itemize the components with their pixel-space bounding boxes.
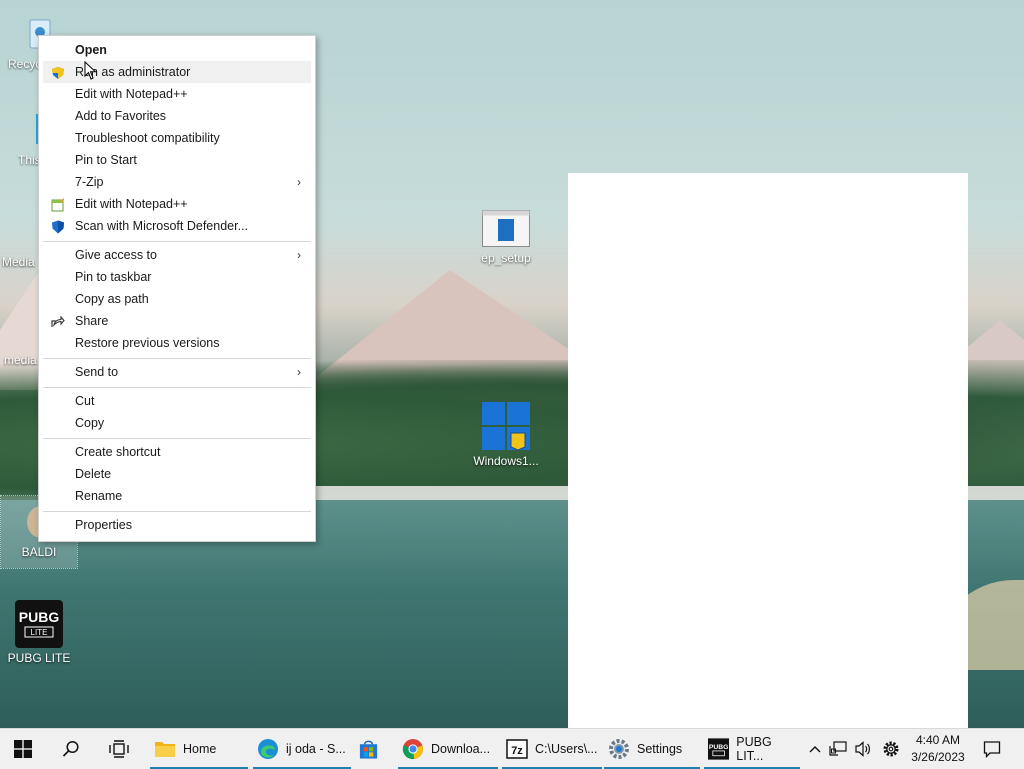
show-hidden-icons-button[interactable]: [806, 729, 824, 769]
notification-icon: [983, 741, 1001, 758]
menu-item-open[interactable]: Open: [43, 39, 311, 61]
menu-item-give-access-to[interactable]: Give access to ›: [43, 244, 311, 266]
taskbar: Home ij oda - S... Downloa... 7z C:\User…: [0, 728, 1024, 769]
taskbar-app-store[interactable]: [358, 729, 386, 769]
windows-logo-icon: [481, 401, 531, 451]
clock-time: 4:40 AM: [915, 733, 961, 747]
volume-icon: [855, 741, 870, 757]
svg-text:PUBG: PUBG: [19, 609, 60, 625]
share-icon: [51, 314, 65, 328]
desktop-icon-pubg-lite[interactable]: PUBG LITE PUBG LITE: [1, 600, 77, 665]
menu-separator: [43, 241, 311, 242]
menu-separator: [43, 438, 311, 439]
menu-item-edit-with-notepadpp-2[interactable]: Edit with Notepad++: [43, 193, 311, 215]
notepadpp-icon: [51, 197, 65, 212]
menu-item-properties[interactable]: Properties: [43, 514, 311, 536]
taskbar-app-pubg[interactable]: PUBG PUBG LIT...: [704, 729, 800, 769]
settings-gear-icon: [609, 739, 629, 759]
chevron-up-icon: [809, 746, 821, 753]
menu-separator: [43, 511, 311, 512]
uac-shield-icon: [51, 65, 65, 79]
menu-separator: [43, 387, 311, 388]
pubg-lite-icon: PUBG LITE: [15, 600, 63, 648]
search-icon: [62, 740, 79, 757]
menu-item-rename[interactable]: Rename: [43, 485, 311, 507]
menu-item-add-to-favorites[interactable]: Add to Favorites: [43, 105, 311, 127]
installer-window-icon: [482, 210, 530, 248]
start-button[interactable]: [14, 729, 38, 769]
file-explorer-icon: [155, 742, 175, 757]
taskbar-app-edge[interactable]: ij oda - S...: [253, 729, 351, 769]
chevron-right-icon: ›: [297, 175, 301, 189]
menu-item-copy[interactable]: Copy: [43, 412, 311, 434]
menu-item-pin-to-taskbar[interactable]: Pin to taskbar: [43, 266, 311, 288]
menu-item-send-to[interactable]: Send to ›: [43, 361, 311, 383]
taskbar-clock[interactable]: 4:40 AM 3/26/2023: [906, 732, 970, 766]
menu-item-7zip[interactable]: 7-Zip ›: [43, 171, 311, 193]
svg-text:7z: 7z: [511, 745, 523, 757]
desktop-icon-windows[interactable]: Windows1...: [468, 401, 544, 468]
search-button[interactable]: [62, 729, 84, 769]
network-button[interactable]: [828, 729, 848, 769]
settings-tray-button[interactable]: [880, 729, 902, 769]
gear-icon: [883, 741, 899, 757]
menu-item-restore-previous-versions[interactable]: Restore previous versions: [43, 332, 311, 354]
taskbar-app-7zip[interactable]: 7z C:\Users\...: [502, 729, 602, 769]
menu-item-scan-with-defender[interactable]: Scan with Microsoft Defender...: [43, 215, 311, 237]
desktop-icon-label: Windows1...: [473, 454, 539, 468]
defender-shield-icon: [51, 219, 65, 234]
taskbar-app-file-explorer[interactable]: Home: [150, 729, 248, 769]
desktop-icon-label: BALDI: [21, 545, 57, 559]
chevron-right-icon: ›: [297, 365, 301, 379]
menu-item-copy-as-path[interactable]: Copy as path: [43, 288, 311, 310]
task-view-button[interactable]: [109, 729, 131, 769]
context-menu: Open Run as administrator Edit with Note…: [38, 35, 316, 542]
menu-item-troubleshoot-compatibility[interactable]: Troubleshoot compatibility: [43, 127, 311, 149]
menu-item-share[interactable]: Share: [43, 310, 311, 332]
desktop-icon-label: ep_setup: [481, 251, 531, 265]
menu-item-cut[interactable]: Cut: [43, 390, 311, 412]
menu-item-pin-to-start[interactable]: Pin to Start: [43, 149, 311, 171]
store-icon: [359, 740, 378, 759]
taskbar-app-settings[interactable]: Settings: [604, 729, 700, 769]
chevron-right-icon: ›: [297, 248, 301, 262]
desktop-icon-label: PUBG LITE: [7, 651, 71, 665]
menu-item-edit-with-notepadpp[interactable]: Edit with Notepad++: [43, 83, 311, 105]
blank-window[interactable]: [568, 173, 968, 728]
desktop-icon-ep-setup[interactable]: ep_setup: [468, 210, 544, 265]
windows-start-icon: [14, 740, 32, 758]
edge-icon: [258, 739, 278, 759]
svg-text:PUBG: PUBG: [709, 744, 729, 751]
menu-item-create-shortcut[interactable]: Create shortcut: [43, 441, 311, 463]
menu-item-delete[interactable]: Delete: [43, 463, 311, 485]
svg-text:LITE: LITE: [31, 628, 48, 637]
pubg-icon: PUBG: [708, 738, 730, 760]
notifications-button[interactable]: [980, 729, 1004, 769]
task-view-icon: [109, 740, 129, 758]
7zip-icon: 7z: [506, 739, 528, 759]
clock-date: 3/26/2023: [911, 750, 965, 764]
taskbar-app-chrome[interactable]: Downloa...: [398, 729, 498, 769]
menu-separator: [43, 358, 311, 359]
mouse-cursor-icon: [84, 60, 98, 86]
network-icon: [829, 741, 847, 756]
chrome-icon: [402, 739, 423, 760]
volume-button[interactable]: [852, 729, 874, 769]
